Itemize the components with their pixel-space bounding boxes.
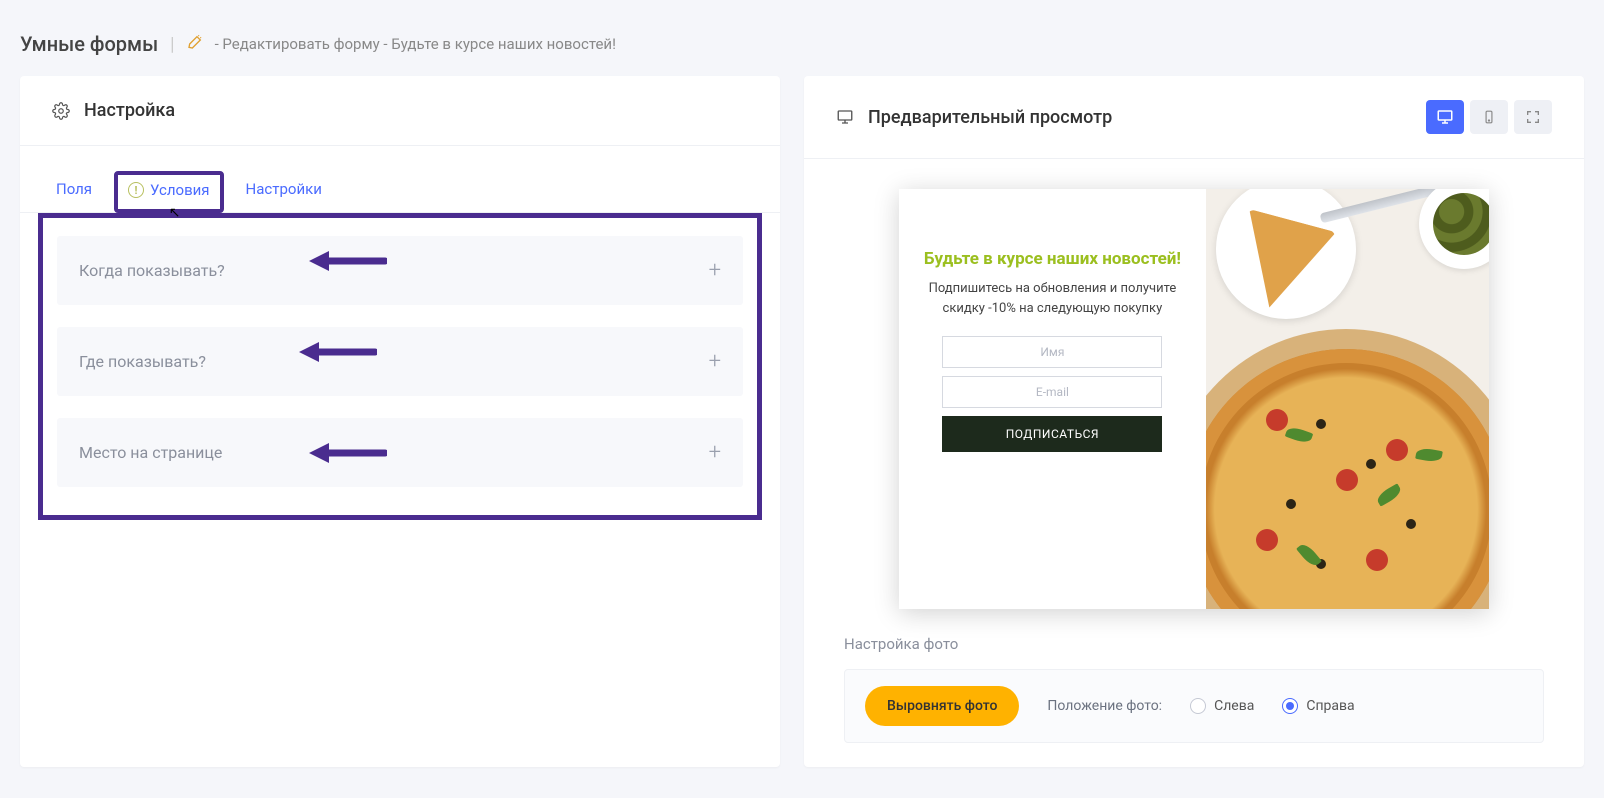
photo-position-label: Положение фото: bbox=[1047, 698, 1162, 714]
preview-panel-title: Предварительный просмотр bbox=[868, 107, 1112, 128]
photo-settings-section: Настройка фото Выровнять фото Положение … bbox=[804, 629, 1584, 767]
breadcrumb-separator: | bbox=[170, 34, 174, 55]
alert-icon: ! bbox=[128, 182, 144, 198]
accordion-when-to-show[interactable]: Когда показывать? + bbox=[57, 236, 743, 305]
plus-icon: + bbox=[709, 440, 721, 465]
breadcrumb: Умные формы | - Редактировать форму - Бу… bbox=[0, 0, 1604, 76]
accordion-where-to-show[interactable]: Где показывать? + bbox=[57, 327, 743, 396]
settings-panel: Настройка Поля ! Условия ↖ Настройки Ког… bbox=[20, 76, 780, 767]
settings-tabs: Поля ! Условия ↖ Настройки bbox=[20, 146, 780, 213]
tab-settings-label: Настройки bbox=[246, 180, 322, 198]
popup-email-input[interactable]: E-mail bbox=[942, 376, 1162, 408]
popup-subtext: Подпишитесь на обновления и получите ски… bbox=[921, 279, 1184, 318]
photo-settings-title: Настройка фото bbox=[844, 635, 1544, 653]
tab-fields[interactable]: Поля bbox=[52, 170, 96, 212]
popup-content: Будьте в курсе наших новостей! Подпишите… bbox=[899, 189, 1206, 609]
radio-dot-icon bbox=[1282, 698, 1298, 714]
accordion-page-position[interactable]: Место на странице + bbox=[57, 418, 743, 487]
conditions-accordion-group: Когда показывать? + Где показывать? + Ме… bbox=[38, 213, 762, 520]
mobile-view-button[interactable] bbox=[1470, 100, 1508, 134]
viewport-toggle-group bbox=[1426, 100, 1552, 134]
breadcrumb-title: Умные формы bbox=[20, 32, 158, 56]
align-photo-button[interactable]: Выровнять фото bbox=[865, 686, 1019, 726]
tab-conditions-label: Условия bbox=[150, 181, 210, 199]
preview-panel-header: Предварительный просмотр bbox=[804, 76, 1584, 159]
tab-settings[interactable]: Настройки bbox=[242, 170, 326, 212]
accordion-where-label: Где показывать? bbox=[79, 352, 206, 371]
photo-position-right-radio[interactable]: Справа bbox=[1282, 698, 1354, 714]
photo-settings-row: Выровнять фото Положение фото: Слева Спр… bbox=[844, 669, 1544, 743]
photo-position-left-label: Слева bbox=[1214, 698, 1254, 714]
annotation-arrow-icon bbox=[297, 335, 377, 375]
settings-panel-header: Настройка bbox=[20, 76, 780, 146]
popup-name-input[interactable]: Имя bbox=[942, 336, 1162, 368]
preview-panel: Предварительный просмотр Будьте в курсе … bbox=[804, 76, 1584, 767]
settings-panel-title: Настройка bbox=[84, 100, 175, 121]
gear-icon bbox=[52, 102, 70, 120]
popup-email-placeholder: E-mail bbox=[1036, 385, 1069, 399]
photo-position-left-radio[interactable]: Слева bbox=[1190, 698, 1254, 714]
popup-headline: Будьте в курсе наших новостей! bbox=[921, 249, 1184, 269]
annotation-arrow-icon bbox=[307, 436, 387, 476]
popup-subscribe-button[interactable]: ПОДПИСАТЬСЯ bbox=[942, 416, 1162, 452]
popup-subscribe-label: ПОДПИСАТЬСЯ bbox=[1006, 427, 1099, 441]
align-photo-label: Выровнять фото bbox=[887, 698, 997, 714]
plus-icon: + bbox=[709, 258, 721, 283]
monitor-icon bbox=[836, 108, 854, 126]
annotation-arrow-icon bbox=[307, 244, 387, 284]
popup-preview: Будьте в курсе наших новостей! Подпишите… bbox=[899, 189, 1489, 609]
accordion-position-label: Место на странице bbox=[79, 443, 222, 462]
breadcrumb-trail: - Редактировать форму - Будьте в курсе н… bbox=[215, 35, 616, 53]
accordion-when-label: Когда показывать? bbox=[79, 261, 225, 280]
preview-stage: Будьте в курсе наших новостей! Подпишите… bbox=[804, 159, 1584, 629]
radio-dot-icon bbox=[1190, 698, 1206, 714]
pizza-decor bbox=[1206, 349, 1489, 609]
tab-fields-label: Поля bbox=[56, 180, 92, 198]
tab-conditions[interactable]: ! Условия ↖ bbox=[114, 171, 224, 213]
photo-position-right-label: Справа bbox=[1306, 698, 1354, 714]
cursor-icon: ↖ bbox=[169, 205, 181, 221]
fullscreen-button[interactable] bbox=[1514, 100, 1552, 134]
popup-image bbox=[1206, 189, 1489, 609]
olives-bowl-decor bbox=[1419, 189, 1489, 269]
plus-icon: + bbox=[709, 349, 721, 374]
desktop-view-button[interactable] bbox=[1426, 100, 1464, 134]
wand-icon bbox=[187, 34, 203, 54]
popup-name-placeholder: Имя bbox=[1040, 345, 1064, 359]
